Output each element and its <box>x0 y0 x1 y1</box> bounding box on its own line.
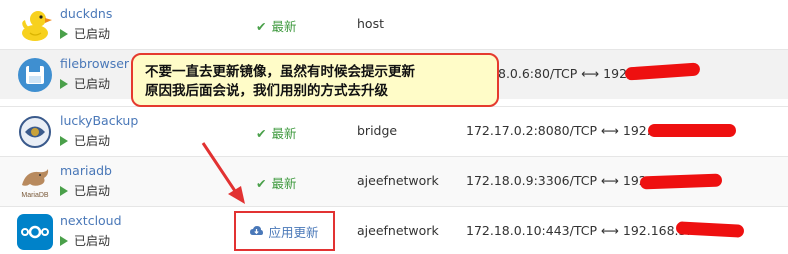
app-name[interactable]: nextcloud <box>60 213 122 228</box>
version-label: 最新 <box>271 176 297 191</box>
redaction-mark <box>648 124 736 137</box>
play-icon <box>60 186 68 196</box>
play-icon <box>60 29 68 39</box>
version-status: ✔ 最新 <box>256 173 297 192</box>
nextcloud-icon <box>17 214 53 250</box>
app-name[interactable]: luckyBackup <box>60 113 138 128</box>
network-name: ajeefnetwork <box>357 223 439 238</box>
app-row-duckdns[interactable]: duckdns 已启动 ✔ 最新 host <box>0 0 788 49</box>
app-status: 已启动 <box>60 75 110 92</box>
check-icon: ✔ <box>256 176 267 191</box>
app-status: 已启动 <box>60 25 110 42</box>
play-icon <box>60 136 68 146</box>
app-row-nextcloud[interactable]: nextcloud 已启动 应用更新 ajeefnetwork 172.18.0… <box>0 206 788 254</box>
play-icon <box>60 79 68 89</box>
version-status: ✔ 最新 <box>256 16 297 35</box>
duck-icon <box>22 11 52 41</box>
port-mapping: 172.17.0.2:8080/TCP ⟷ 192. <box>466 123 651 138</box>
apply-update-label: 应用更新 <box>268 224 319 240</box>
port-mapping: 172.18.0.9:3306/TCP ⟷ 192. <box>466 173 651 188</box>
status-label: 已启动 <box>74 27 111 41</box>
app-name[interactable]: mariadb <box>60 163 112 178</box>
app-row-luckybackup[interactable]: luckyBackup 已启动 ✔ 最新 bridge 172.17.0.2:80… <box>0 106 788 156</box>
network-name: ajeefnetwork <box>357 173 439 188</box>
app-status: 已启动 <box>60 132 110 149</box>
callout-line-1: 不要一直去更新镜像，虽然有时候会提示更新 <box>145 64 415 80</box>
app-row-mariadb[interactable]: MariaDB mariadb 已启动 ✔ 最新 ajeefnetwork 172… <box>0 156 788 206</box>
version-label: 最新 <box>271 126 297 141</box>
callout-line-2: 原因我后面会说，我们用别的方式去升级 <box>145 83 388 99</box>
mariadb-wordmark: MariaDB <box>21 192 49 199</box>
status-label: 已启动 <box>74 184 111 198</box>
lucky-backup-icon <box>19 116 51 148</box>
app-status: 已启动 <box>60 232 110 249</box>
app-name[interactable]: filebrowser <box>60 56 129 71</box>
annotation-arrow-icon <box>201 142 245 204</box>
apply-update-button[interactable]: 应用更新 <box>234 211 335 251</box>
network-name: bridge <box>357 123 398 138</box>
version-status: ✔ 最新 <box>256 123 297 142</box>
app-name[interactable]: duckdns <box>60 6 112 21</box>
annotation-callout: 不要一直去更新镜像，虽然有时候会提示更新 原因我后面会说，我们用别的方式去升级 <box>131 53 499 107</box>
port-mapping: 8.0.6:80/TCP ⟷ 192. <box>498 66 632 81</box>
redaction-mark <box>639 173 723 190</box>
mariadb-seal-icon: MariaDB <box>21 169 49 199</box>
play-icon <box>60 236 68 246</box>
cloud-download-icon <box>250 226 264 235</box>
status-label: 已启动 <box>74 77 111 91</box>
check-icon: ✔ <box>256 19 267 34</box>
check-icon: ✔ <box>256 126 267 141</box>
port-mapping: 172.18.0.10:443/TCP ⟷ 192.168.5.1 <box>466 223 699 238</box>
status-label: 已启动 <box>74 134 111 148</box>
floppy-disk-icon <box>18 58 52 92</box>
redaction-mark <box>624 62 701 81</box>
app-status: 已启动 <box>60 182 110 199</box>
network-name: host <box>357 16 384 31</box>
version-label: 最新 <box>271 19 297 34</box>
status-label: 已启动 <box>74 234 111 248</box>
docker-app-list: duckdns 已启动 ✔ 最新 host filebrowser 已启动 8.0… <box>0 0 788 254</box>
